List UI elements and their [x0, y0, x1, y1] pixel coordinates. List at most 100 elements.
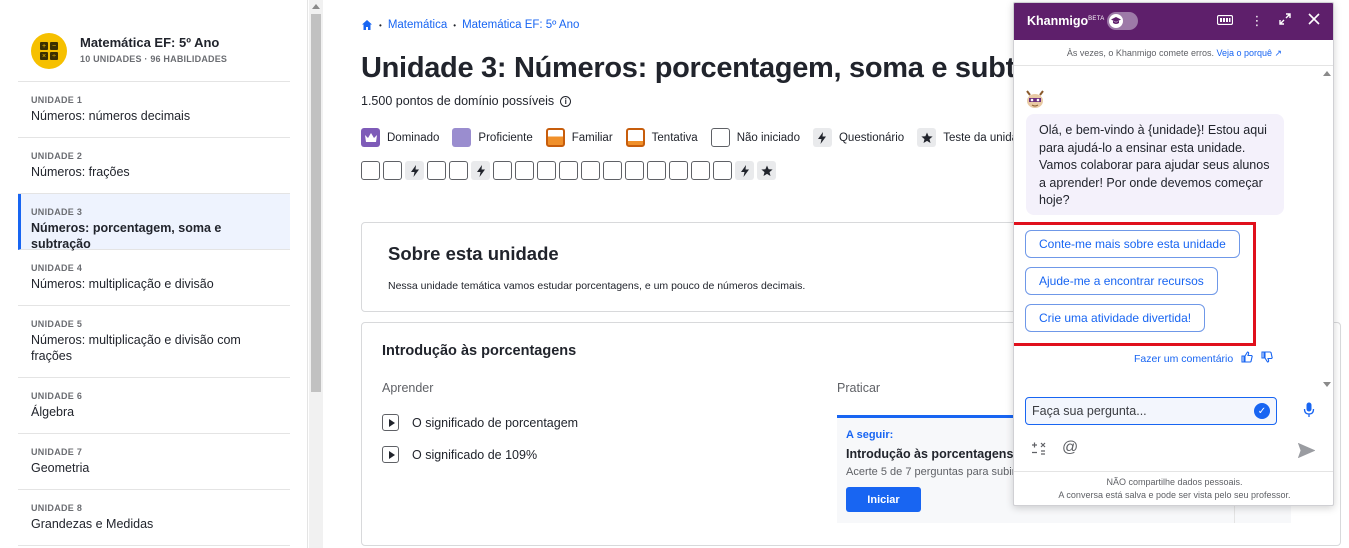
- scroll-up-arrow-icon[interactable]: [312, 4, 320, 9]
- unit-test-star-icon[interactable]: [757, 161, 776, 180]
- mastery-points-text: 1.500 pontos de domínio possíveis: [361, 94, 555, 108]
- star-icon: [917, 128, 937, 147]
- breadcrumb-link-course[interactable]: Matemática EF: 5º Ano: [462, 19, 579, 31]
- skill-square-not-started[interactable]: [647, 161, 666, 180]
- math-symbols-icon[interactable]: [1031, 441, 1047, 460]
- unit-label: UNIDADE 1: [31, 95, 83, 105]
- privacy-line-1: NÃO compartilhe dados pessoais.: [1106, 477, 1243, 487]
- expand-icon[interactable]: [1276, 12, 1294, 30]
- scroll-up-arrow-icon[interactable]: [1323, 71, 1331, 76]
- lesson-heading[interactable]: Introdução às porcentagens: [382, 343, 576, 359]
- external-link-icon: ↗: [1274, 48, 1283, 58]
- skill-square-not-started[interactable]: [361, 161, 380, 180]
- suggestion-button-activity[interactable]: Crie uma atividade divertida!: [1025, 304, 1206, 332]
- feedback-link[interactable]: Fazer um comentário: [1134, 353, 1233, 365]
- practice-label: Praticar: [837, 381, 881, 395]
- unit-name: Números: multiplicação e divisão: [31, 277, 214, 291]
- up-next-title: Introdução às porcentagens: [846, 447, 1014, 461]
- check-icon[interactable]: ✓: [1254, 403, 1270, 419]
- question-input-box[interactable]: ✓: [1025, 397, 1277, 425]
- unit-name: Geometria: [31, 461, 90, 475]
- quiz-lightning-icon[interactable]: [405, 161, 424, 180]
- course-sidebar: + − × ÷ Matemática EF: 5º Ano 10 UNIDADE…: [0, 0, 308, 548]
- mention-icon[interactable]: @: [1062, 439, 1078, 457]
- microphone-icon[interactable]: [1300, 402, 1318, 423]
- sidebar-unit-3[interactable]: UNIDADE 3 Números: porcentagem, soma e s…: [18, 194, 290, 251]
- unit-label: UNIDADE 4: [31, 263, 83, 273]
- skill-square-not-started[interactable]: [449, 161, 468, 180]
- sidebar-unit-1[interactable]: UNIDADE 1 Números: números decimais: [18, 82, 290, 138]
- sidebar-unit-2[interactable]: UNIDADE 2 Números: frações: [18, 138, 290, 194]
- about-unit-heading: Sobre esta unidade: [388, 243, 559, 264]
- khanmigo-title: KhanmigoBETA: [1027, 14, 1105, 28]
- sidebar-unit-8[interactable]: UNIDADE 8 Grandezas e Medidas: [18, 490, 290, 546]
- page-title: Unidade 3: Números: porcentagem, soma e …: [361, 52, 1091, 84]
- mastery-points: 1.500 pontos de domínio possíveis i: [361, 94, 572, 108]
- skill-progress-row: [361, 161, 776, 180]
- play-icon: [382, 414, 399, 431]
- about-unit-card: Sobre esta unidade Nessa unidade temátic…: [361, 222, 1041, 312]
- khanmigo-warning: Às vezes, o Khanmigo comete erros. Veja …: [1014, 40, 1333, 66]
- legend-familiar: Familiar: [545, 128, 613, 147]
- khanmigo-welcome-message: Olá, e bem-vindo à {unidade}! Estou aqui…: [1026, 114, 1284, 215]
- quiz-lightning-icon[interactable]: [471, 161, 490, 180]
- course-header[interactable]: + − × ÷ Matemática EF: 5º Ano 10 UNIDADE…: [18, 20, 290, 82]
- skill-square-not-started[interactable]: [581, 161, 600, 180]
- legend-not-started: Não iniciado: [710, 128, 800, 147]
- sidebar-unit-5[interactable]: UNIDADE 5 Números: multiplicação e divis…: [18, 306, 290, 378]
- play-icon: [382, 446, 399, 463]
- skill-square-not-started[interactable]: [691, 161, 710, 180]
- unit-name: Grandezas e Medidas: [31, 517, 154, 531]
- skill-square-not-started[interactable]: [603, 161, 622, 180]
- skill-square-not-started[interactable]: [383, 161, 402, 180]
- teacher-mode-toggle[interactable]: [1107, 12, 1138, 30]
- home-icon[interactable]: [361, 19, 373, 31]
- why-link[interactable]: Veja o porquê: [1216, 48, 1272, 58]
- graduation-cap-icon: [1109, 14, 1123, 28]
- question-input[interactable]: [1032, 402, 1252, 420]
- thumbs-up-icon[interactable]: [1241, 351, 1253, 366]
- up-next-label: A seguir:: [846, 429, 894, 441]
- unit-label: UNIDADE 6: [31, 391, 83, 401]
- unit-name: Números: números decimais: [31, 109, 191, 123]
- suggestion-button-unit-info[interactable]: Conte-me mais sobre esta unidade: [1025, 230, 1240, 258]
- send-icon[interactable]: [1297, 442, 1316, 461]
- unit-label: UNIDADE 2: [31, 151, 83, 161]
- thumbs-down-icon[interactable]: [1261, 351, 1273, 366]
- lightning-icon: [812, 128, 832, 147]
- familiar-swatch-icon: [545, 128, 565, 147]
- skill-square-not-started[interactable]: [559, 161, 578, 180]
- close-icon[interactable]: [1305, 12, 1323, 30]
- skill-square-not-started[interactable]: [537, 161, 556, 180]
- breadcrumb-separator: •: [453, 20, 457, 30]
- khanmigo-scrollbar[interactable]: [1320, 67, 1333, 389]
- keyboard-icon[interactable]: [1216, 12, 1234, 30]
- video-link[interactable]: O significado de 109%: [382, 446, 537, 463]
- skill-square-not-started[interactable]: [493, 161, 512, 180]
- sidebar-unit-6[interactable]: UNIDADE 6 Álgebra: [18, 378, 290, 434]
- course-subtitle: 10 UNIDADES · 96 HABILIDADES: [80, 54, 228, 64]
- start-button[interactable]: Iniciar: [846, 487, 921, 512]
- scroll-down-arrow-icon[interactable]: [1323, 382, 1331, 387]
- scrollbar-thumb[interactable]: [311, 14, 321, 392]
- unit-name: Álgebra: [31, 405, 75, 419]
- course-logo-icon: + − × ÷: [31, 33, 67, 69]
- quiz-lightning-icon[interactable]: [735, 161, 754, 180]
- sidebar-unit-7[interactable]: UNIDADE 7 Geometria: [18, 434, 290, 490]
- proficient-swatch-icon: [452, 128, 472, 147]
- sidebar-scrollbar[interactable]: [309, 0, 323, 548]
- breadcrumb: • Matemática • Matemática EF: 5º Ano: [361, 19, 579, 31]
- info-icon[interactable]: i: [560, 95, 572, 107]
- suggestion-button-resources[interactable]: Ajude-me a encontrar recursos: [1025, 267, 1218, 295]
- skill-square-not-started[interactable]: [427, 161, 446, 180]
- not-started-swatch-icon: [710, 128, 730, 147]
- skill-square-not-started[interactable]: [625, 161, 644, 180]
- more-options-icon[interactable]: ⋮: [1248, 12, 1266, 30]
- skill-square-not-started[interactable]: [669, 161, 688, 180]
- skill-square-not-started[interactable]: [713, 161, 732, 180]
- breadcrumb-link-subject[interactable]: Matemática: [388, 19, 447, 31]
- attempted-swatch-icon: [625, 128, 645, 147]
- sidebar-unit-4[interactable]: UNIDADE 4 Números: multiplicação e divis…: [18, 250, 290, 306]
- video-link[interactable]: O significado de porcentagem: [382, 414, 578, 431]
- skill-square-not-started[interactable]: [515, 161, 534, 180]
